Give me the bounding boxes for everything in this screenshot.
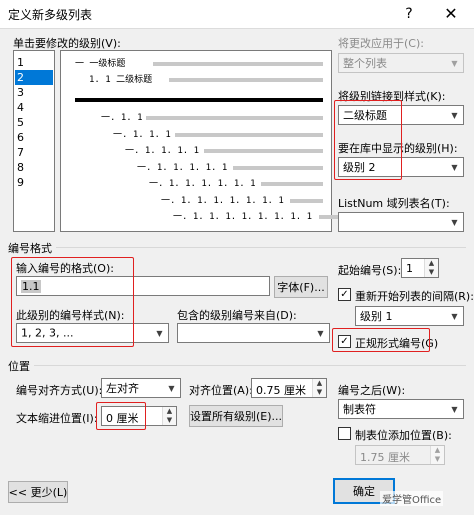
start-at-stepper[interactable]: 1 ▲ ▼: [401, 258, 439, 278]
tab-stop-value: 1.75 厘米: [360, 451, 410, 464]
level-item-4[interactable]: 4: [15, 100, 53, 115]
include-level-select[interactable]: ▼: [177, 323, 330, 343]
preview-line: [175, 132, 323, 137]
tab-stop-label: 制表位添加位置(B):: [355, 429, 452, 442]
highlight-box: [334, 100, 402, 180]
checkmark-icon: ✓: [340, 289, 349, 300]
apply-changes-value: 整个列表: [343, 57, 387, 70]
list-preview: 一 一级标题 1. 1 二级标题 一. 1. 1 一. 1. 1. 1 一. 1. …: [60, 50, 349, 232]
alignment-value: 左对齐: [106, 382, 139, 395]
level-item-2[interactable]: 2: [15, 70, 53, 85]
preview-line: [146, 116, 323, 120]
preview-row-text: 一. 1. 1. 1: [113, 129, 171, 140]
alignment-select[interactable]: 左对齐 ▼: [101, 378, 181, 398]
position-section-label: 位置: [8, 360, 30, 373]
level-item-1[interactable]: 1: [15, 55, 53, 70]
chevron-down-icon[interactable]: ▼: [151, 324, 168, 342]
help-button[interactable]: ?: [398, 3, 420, 25]
preview-line: [261, 182, 323, 186]
spin-up-icon[interactable]: ▲: [163, 407, 176, 416]
listnum-select[interactable]: ▼: [338, 212, 464, 232]
chevron-down-icon[interactable]: ▼: [446, 400, 463, 418]
highlight-box: [11, 257, 134, 347]
chevron-down-icon[interactable]: ▼: [446, 307, 463, 325]
preview-selected-level-bar: [75, 98, 323, 102]
alignment-label: 编号对齐方式(U):: [16, 384, 103, 397]
start-at-label: 起始编号(S):: [338, 264, 402, 277]
spin-buttons[interactable]: ▲ ▼: [162, 407, 176, 425]
level-item-9[interactable]: 9: [15, 175, 53, 190]
follow-number-value: 制表符: [343, 403, 376, 416]
spin-buttons[interactable]: ▲ ▼: [312, 379, 326, 397]
aligned-at-stepper[interactable]: 0.75 厘米 ▲ ▼: [251, 378, 327, 398]
aligned-at-label: 对齐位置(A):: [189, 384, 253, 397]
highlight-box: [96, 402, 146, 430]
preview-line: [169, 78, 323, 82]
level-item-7[interactable]: 7: [15, 145, 53, 160]
restart-level-select[interactable]: 级别 1 ▼: [355, 306, 464, 326]
font-button[interactable]: 字体(F)...: [274, 276, 328, 298]
spin-down-icon: ▼: [434, 455, 441, 463]
preview-row-text: 一. 1. 1. 1. 1. 1. 1. 1. 1: [173, 212, 313, 222]
apply-changes-label: 将更改应用于(C):: [338, 37, 424, 50]
restart-label: 重新开始列表的间隔(R):: [355, 290, 474, 303]
level-item-8[interactable]: 8: [15, 160, 53, 175]
chevron-down-icon[interactable]: ▼: [446, 106, 463, 124]
tab-stop-stepper: 1.75 厘米 ▲ ▼: [355, 445, 445, 465]
apply-changes-select: 整个列表 ▼: [338, 53, 464, 73]
start-at-value: 1: [406, 262, 413, 275]
chevron-down-icon[interactable]: ▼: [446, 158, 463, 176]
preview-line: [290, 198, 323, 203]
preview-row-text: 一. 1. 1: [101, 113, 143, 123]
restart-level-value: 级别 1: [360, 310, 393, 323]
set-all-levels-button[interactable]: 设置所有级别(E)...: [189, 405, 283, 427]
preview-line: [203, 149, 323, 153]
level-listbox[interactable]: 123456789: [13, 50, 55, 232]
preview-line: [232, 165, 323, 170]
section-divider: [56, 247, 466, 248]
preview-row-text: 一. 1. 1. 1. 1: [125, 146, 200, 156]
chevron-down-icon[interactable]: ▼: [312, 324, 329, 342]
preview-row-text: 一. 1. 1. 1. 1. 1. 1: [149, 179, 256, 189]
tab-stop-checkbox[interactable]: [338, 427, 351, 440]
text-indent-label: 文本缩进位置(I):: [16, 412, 98, 425]
number-format-section-label: 编号格式: [8, 242, 52, 255]
preview-level2-text: 1. 1 二级标题: [89, 75, 153, 85]
preview-level1-text: 一 一级标题: [75, 59, 126, 69]
level-picker-label: 单击要修改的级别(V):: [13, 37, 121, 50]
spin-up-icon: ▲: [434, 446, 441, 454]
preview-row-text: 一. 1. 1. 1. 1. 1: [137, 162, 228, 173]
watermark-text: 爱学管Office: [380, 491, 444, 506]
spin-down-icon[interactable]: ▼: [313, 388, 326, 397]
spin-up-icon[interactable]: ▲: [425, 259, 438, 268]
spin-up-icon[interactable]: ▲: [313, 379, 326, 388]
restart-checkbox[interactable]: ✓: [338, 288, 351, 301]
highlight-box: [332, 328, 430, 352]
listnum-label: ListNum 域列表名(T):: [338, 197, 450, 210]
chevron-down-icon: ▼: [451, 58, 458, 68]
follow-number-label: 编号之后(W):: [338, 384, 406, 397]
level-item-3[interactable]: 3: [15, 85, 53, 100]
level-item-6[interactable]: 6: [15, 130, 53, 145]
dialog-title: 定义新多级列表: [8, 8, 93, 22]
include-level-label: 包含的级别编号来自(D):: [177, 309, 297, 322]
spin-buttons[interactable]: ▲ ▼: [424, 259, 438, 277]
less-button[interactable]: << 更少(L): [8, 481, 68, 503]
preview-line: [153, 62, 323, 66]
section-divider: [34, 365, 466, 366]
spin-down-icon[interactable]: ▼: [425, 268, 438, 277]
level-item-5[interactable]: 5: [15, 115, 53, 130]
preview-row-text: 一. 1. 1. 1. 1. 1. 1. 1: [161, 195, 284, 206]
close-button[interactable]: ✕: [440, 3, 462, 25]
chevron-down-icon[interactable]: ▼: [446, 213, 463, 231]
aligned-at-value: 0.75 厘米: [256, 384, 306, 397]
spin-buttons: ▲ ▼: [430, 446, 444, 464]
follow-number-select[interactable]: 制表符 ▼: [338, 399, 464, 419]
chevron-down-icon[interactable]: ▼: [163, 379, 180, 397]
spin-down-icon[interactable]: ▼: [163, 416, 176, 425]
